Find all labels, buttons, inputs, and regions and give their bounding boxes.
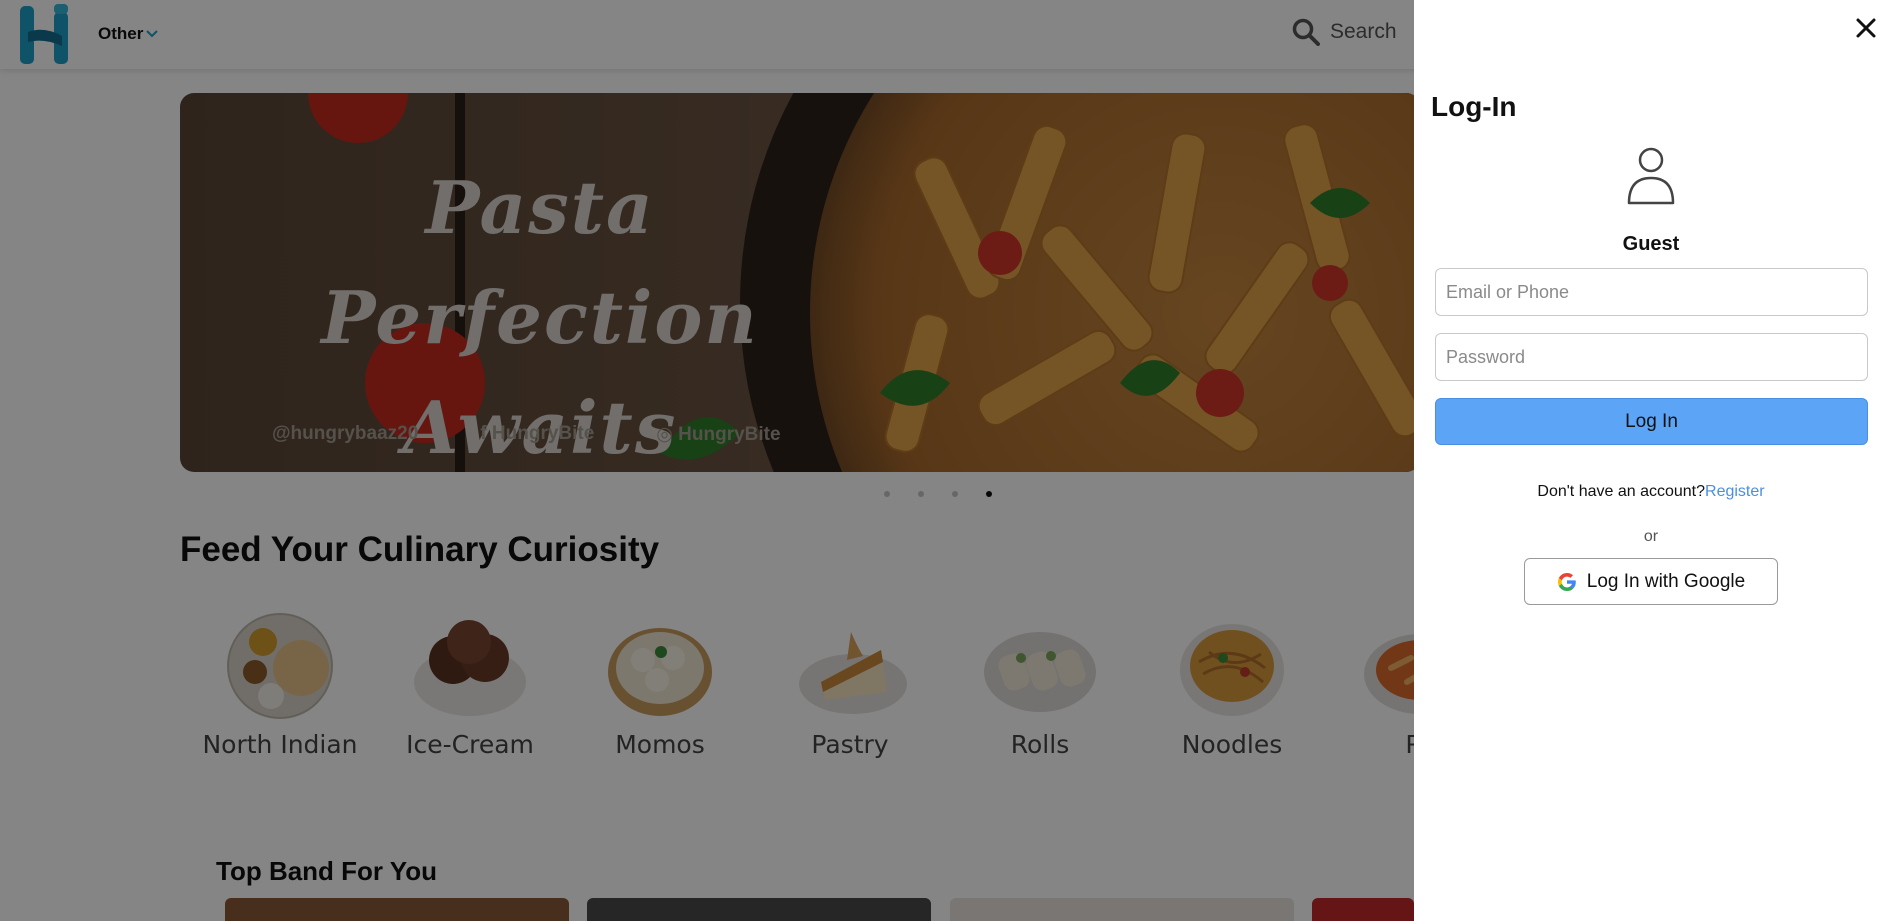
- user-avatar-icon: [1627, 147, 1675, 205]
- login-title: Log-In: [1431, 91, 1517, 122]
- google-login-label: Log In with Google: [1586, 570, 1746, 592]
- register-prompt: Don't have an account?Register: [1414, 483, 1888, 501]
- close-icon[interactable]: [1854, 16, 1878, 40]
- no-account-text: Don't have an account?: [1537, 483, 1706, 500]
- email-phone-input[interactable]: [1435, 268, 1868, 316]
- google-login-button[interactable]: Log In with Google: [1524, 558, 1778, 605]
- register-link[interactable]: Register: [1705, 483, 1765, 500]
- or-divider: or: [1643, 528, 1659, 545]
- password-input[interactable]: [1435, 333, 1868, 381]
- user-name: Guest: [1622, 233, 1680, 255]
- login-button[interactable]: Log In: [1435, 398, 1868, 445]
- google-icon: [1557, 572, 1576, 591]
- login-panel: Log-In Guest Log In Don't have an accoun…: [1414, 0, 1888, 921]
- modal-backdrop[interactable]: [0, 0, 1414, 921]
